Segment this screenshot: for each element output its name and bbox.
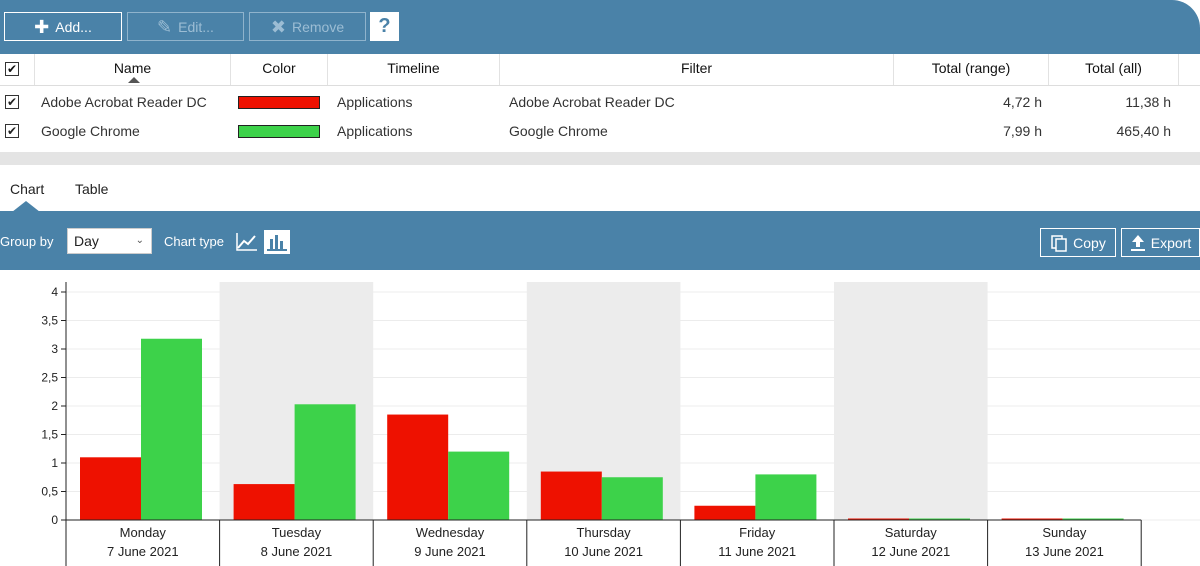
bar — [540, 471, 602, 520]
row-checkbox[interactable]: ✔ — [5, 95, 19, 109]
header-timeline[interactable]: Timeline — [328, 54, 500, 85]
row-filter: Google Chrome — [509, 123, 608, 139]
group-by-select[interactable]: Day ⌄ — [67, 228, 152, 254]
copy-button[interactable]: Copy — [1040, 228, 1116, 257]
bar — [755, 474, 817, 520]
plus-icon: ✚ — [34, 16, 50, 37]
row-name: Adobe Acrobat Reader DC — [41, 94, 207, 110]
bar-chart-icon — [267, 235, 287, 251]
remove-button-label: Remove — [291, 18, 345, 35]
pencil-icon: ✎ — [157, 16, 173, 37]
view-tabs: Chart Table — [0, 165, 1200, 212]
x-tick-label: Sunday — [1042, 525, 1087, 540]
copy-icon — [1051, 234, 1067, 252]
header-name-label: Name — [113, 60, 152, 76]
header-total-all[interactable]: Total (all) — [1049, 54, 1179, 85]
table-row[interactable]: ✔ Adobe Acrobat Reader DC Applications A… — [0, 88, 1200, 117]
bar — [601, 477, 663, 520]
x-icon: ✖ — [270, 16, 286, 37]
x-tick-label: Wednesday — [416, 525, 485, 540]
x-tick-date-label: 13 June 2021 — [1025, 544, 1104, 559]
grid-header: ✔ Name Color Timeline Filter Total (rang… — [0, 54, 1200, 86]
row-total-all: 465,40 h — [1116, 123, 1172, 139]
row-total-range: 7,99 h — [1003, 123, 1042, 139]
bar — [387, 414, 449, 520]
add-button-label: Add... — [55, 18, 92, 35]
chevron-down-icon: ⌄ — [135, 235, 144, 246]
x-tick-label: Saturday — [885, 525, 938, 540]
x-tick-label: Tuesday — [272, 525, 322, 540]
export-icon — [1130, 234, 1145, 251]
day-band — [834, 282, 988, 520]
group-by-label: Group by — [0, 234, 54, 249]
row-timeline: Applications — [337, 123, 413, 139]
bar-chart-button[interactable] — [264, 230, 290, 254]
x-tick-date-label: 10 June 2021 — [564, 544, 643, 559]
x-tick-date-label: 7 June 2021 — [107, 544, 179, 559]
header-color[interactable]: Color — [231, 54, 328, 85]
items-grid: ✔ Name Color Timeline Filter Total (rang… — [0, 54, 1200, 152]
line-chart-button[interactable] — [235, 230, 261, 254]
chart-options-bar: Group by Day ⌄ Chart type Copy Export — [0, 211, 1200, 270]
export-label: Export — [1150, 234, 1192, 251]
group-by-value: Day — [74, 233, 99, 249]
bar — [80, 457, 141, 520]
line-chart-icon — [236, 233, 257, 251]
add-button[interactable]: ✚ Add... — [4, 12, 122, 41]
bar — [448, 451, 510, 520]
y-tick-label: 4 — [51, 285, 58, 299]
tab-chart[interactable]: Chart — [10, 181, 44, 197]
row-name: Google Chrome — [41, 123, 140, 139]
remove-button[interactable]: ✖ Remove — [249, 12, 366, 41]
tab-table[interactable]: Table — [75, 181, 108, 197]
header-total-range[interactable]: Total (range) — [894, 54, 1049, 85]
bar-chart: 0 0,5 1 1,5 2 2,5 3 3,5 4 Monday 7 June 2021 Tuesda… — [41, 282, 1200, 566]
y-tick-label: 2,5 — [41, 371, 58, 385]
chart-type-label: Chart type — [164, 234, 224, 249]
row-filter: Adobe Acrobat Reader DC — [509, 94, 675, 110]
select-all-cell: ✔ — [0, 54, 35, 85]
y-tick-label: 1 — [51, 456, 58, 470]
row-timeline: Applications — [337, 94, 413, 110]
color-swatch[interactable] — [238, 96, 320, 109]
sort-ascending-icon — [128, 77, 140, 83]
select-all-checkbox[interactable]: ✔ — [5, 62, 19, 76]
color-swatch[interactable] — [238, 125, 320, 138]
x-tick-label: Friday — [739, 525, 776, 540]
panel-divider[interactable] — [0, 152, 1200, 165]
row-checkbox[interactable]: ✔ — [5, 124, 19, 138]
y-tick-label: 2 — [51, 399, 58, 413]
edit-button[interactable]: ✎ Edit... — [127, 12, 244, 41]
toolbar: ✚ Add... ✎ Edit... ✖ Remove ? — [0, 0, 1200, 54]
bar — [141, 338, 202, 520]
x-tick-label: Thursday — [576, 525, 631, 540]
header-filter[interactable]: Filter — [500, 54, 894, 85]
x-tick-date-label: 8 June 2021 — [261, 544, 333, 559]
x-tick-date-label: 12 June 2021 — [871, 544, 950, 559]
row-total-all: 11,38 h — [1125, 94, 1171, 110]
edit-button-label: Edit... — [178, 18, 214, 35]
y-tick-label: 3,5 — [41, 314, 58, 328]
x-tick-label: Monday — [120, 525, 167, 540]
header-name[interactable]: Name — [35, 54, 231, 85]
bar — [233, 484, 295, 520]
x-tick-date-label: 9 June 2021 — [414, 544, 486, 559]
y-tick-label: 3 — [51, 342, 58, 356]
row-total-range: 4,72 h — [1003, 94, 1042, 110]
copy-label: Copy — [1073, 234, 1106, 251]
export-button[interactable]: Export — [1121, 228, 1200, 257]
y-tick-label: 0,5 — [41, 485, 58, 499]
y-tick-label: 1,5 — [41, 428, 58, 442]
bar — [294, 404, 356, 520]
help-button[interactable]: ? — [370, 12, 399, 41]
y-tick-label: 0 — [51, 513, 58, 527]
x-tick-date-label: 11 June 2021 — [718, 544, 796, 559]
bar — [694, 505, 756, 520]
table-row[interactable]: ✔ Google Chrome Applications Google Chro… — [0, 117, 1200, 146]
